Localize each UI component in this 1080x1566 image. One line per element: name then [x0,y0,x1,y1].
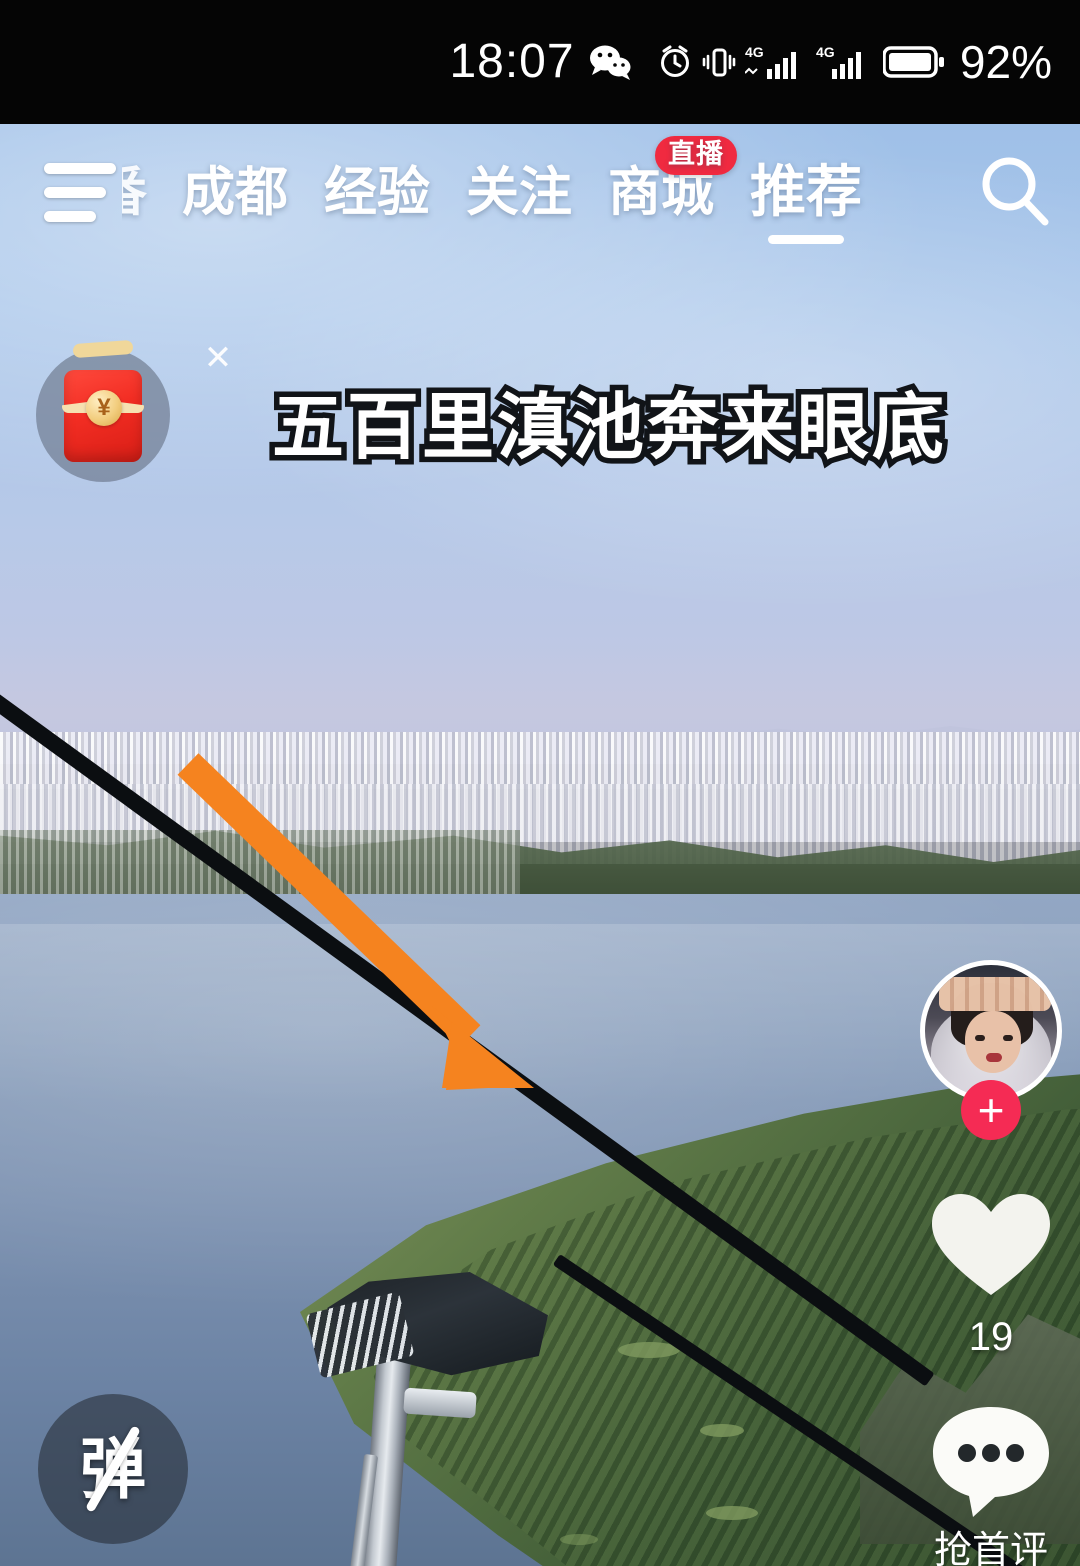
hamburger-bar [44,186,106,198]
nav-tab-shangcheng[interactable]: 直播 商城 [590,124,737,260]
avatar-eye [1003,1035,1013,1041]
vibrate-icon [702,44,736,80]
wechat-icon [589,44,631,80]
heart-icon[interactable] [928,1190,1054,1307]
avatar-hands [939,977,1051,1011]
nav-tab-clipped[interactable]: 番 [122,124,164,260]
status-bar: 18:07 4G 4G 92% [0,0,1080,124]
gondola-clamp [403,1387,477,1419]
hamburger-bar [44,162,116,174]
video-caption: 五百里滇池奔来眼底 [266,387,949,470]
nav-tab-tuijian[interactable]: 推荐 [732,124,880,260]
hamburger-menu-icon[interactable] [44,162,116,222]
comment-button[interactable]: 抢首评 [929,1403,1053,1566]
search-icon[interactable] [950,124,1080,260]
nav-tab-label: 番 [122,166,147,219]
live-badge[interactable]: 直播 [655,136,737,175]
scene-islet [706,1506,758,1520]
nav-tab-label: 成都 [182,162,288,222]
nav-tab-label: 推荐 [750,160,862,223]
like-count: 19 [968,1315,1014,1359]
nav-tab-label: 关注 [466,162,572,222]
video-caption-text: 五百里滇池奔来眼底 [266,387,949,470]
svg-text:4G: 4G [745,44,764,60]
comment-bubble-icon[interactable] [929,1403,1053,1524]
follow-button[interactable]: + [961,1080,1021,1140]
top-navigation-bar: 番 成都 经验 关注 直播 商城 推荐 [0,124,1080,260]
status-bar-right: 4G 4G 92% [657,0,1052,124]
battery-percent-label: 92% [959,36,1052,88]
nav-tab-list: 番 成都 经验 关注 直播 商城 推荐 [122,124,950,260]
nav-tab-label: 经验 [324,162,430,222]
svg-text:4G: 4G [816,44,835,60]
nav-tab-jingyan[interactable]: 经验 [306,124,448,260]
signal-4g-sim2-icon: 4G [816,43,874,81]
battery-icon [882,42,945,82]
scene-islet [700,1424,744,1437]
danmaku-toggle-button[interactable]: 弹 [38,1394,188,1544]
hamburger-bar [44,210,96,222]
alarm-icon [657,44,693,80]
yuan-coin-icon: ¥ [86,390,122,426]
phone-screen: 18:07 4G 4G 92% 成都 经验 关注 直播 商城 推荐 ¥ ✕ 五百… [0,0,1080,1566]
avatar-mouth [986,1053,1002,1062]
avatar-face [965,1011,1021,1073]
action-rail: + 19 抢首评 [902,960,1080,1566]
scene-islet [560,1534,598,1545]
close-icon[interactable]: ✕ [196,336,240,380]
nav-tab-chengdu[interactable]: 成都 [164,124,306,260]
like-button[interactable]: 19 [928,1190,1054,1357]
nav-tab-guanzhu[interactable]: 关注 [448,124,590,260]
comment-label: 抢首评 [933,1530,1048,1566]
avatar-wrapper: + [920,960,1062,1140]
avatar-eye [975,1035,985,1041]
creator-avatar-item[interactable]: + [920,960,1062,1140]
signal-4g-sim1-icon: 4G [744,43,807,81]
red-envelope-icon[interactable]: ¥ ✕ [36,339,232,482]
status-bar-clock: 18:07 [449,35,575,88]
